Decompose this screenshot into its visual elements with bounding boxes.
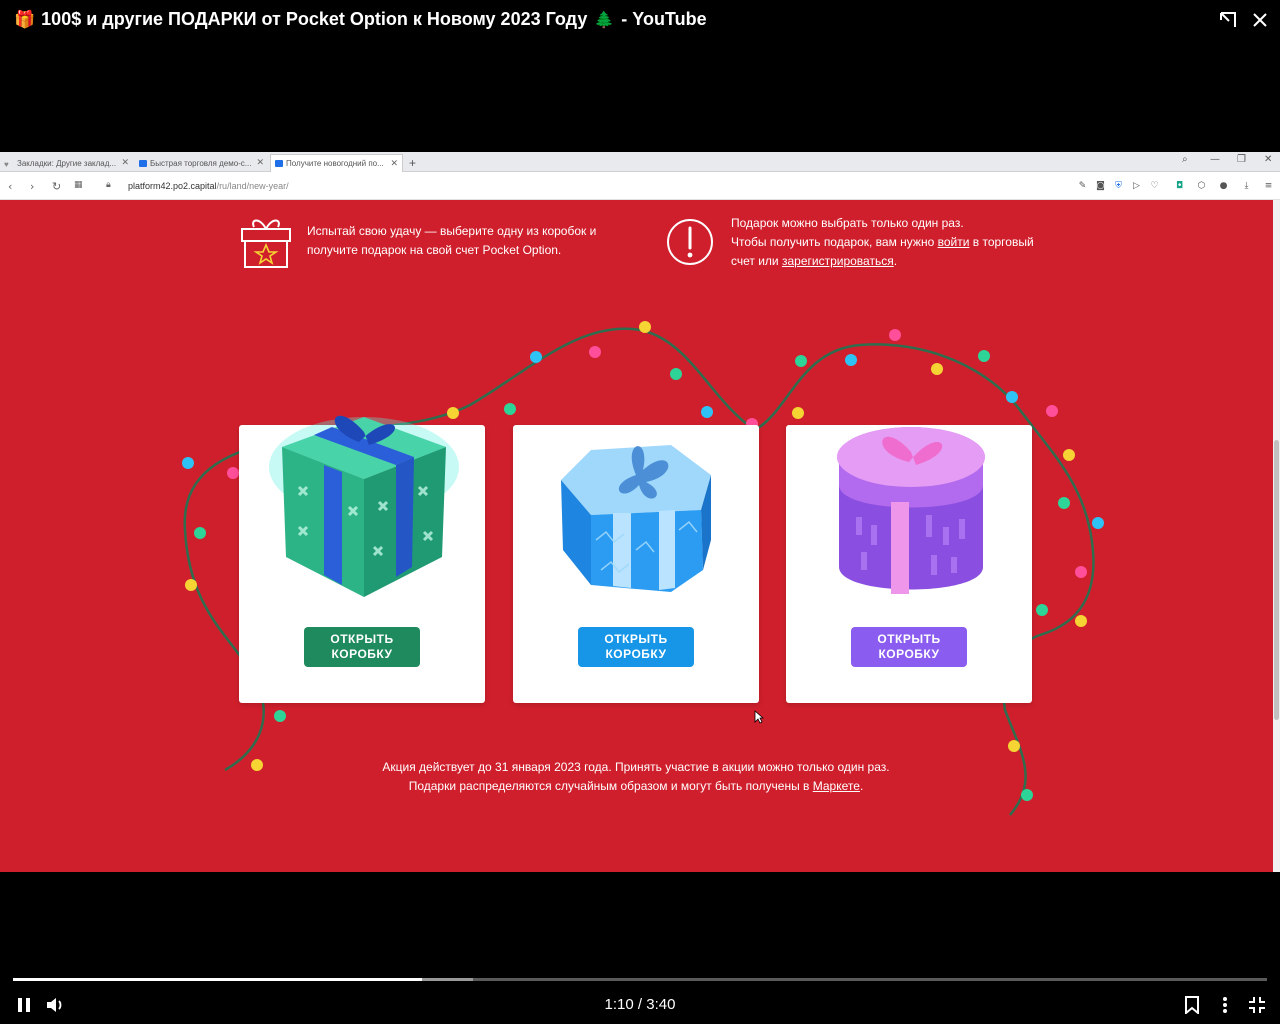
new-tab-icon: + — [409, 156, 417, 170]
url-text: platform42.po2.capital/ru/land/new-year/ — [128, 181, 289, 191]
browser-tab-active: Получите новогодний по... ✕ — [270, 154, 403, 172]
login-link: войти — [937, 235, 970, 249]
send-icon: ▷ — [1133, 181, 1140, 191]
market-link: Маркете — [812, 779, 860, 793]
progress-bar[interactable] — [13, 978, 1267, 981]
time-separator: / — [637, 996, 643, 1013]
info-right-text-c: . — [893, 254, 898, 268]
menu-icon: ≡ — [1264, 181, 1273, 191]
player-top-bar: 🎁 100$ и другие ПОДАРКИ от Pocket Option … — [0, 0, 1280, 42]
register-link: зарегистрироваться — [781, 254, 894, 268]
gift-card-purple: ОТКРЫТЬ КОРОБКУ — [786, 425, 1032, 703]
button-label-line2: КОРОБКУ — [878, 647, 940, 661]
search-icon: ⌕ — [1182, 154, 1188, 165]
browser-tab-label: Закладки: Другие заклад... — [17, 158, 117, 168]
video-player[interactable]: 🎁 100$ и другие ПОДАРКИ от Pocket Option … — [0, 0, 1280, 1024]
promo-footer-note: Акция действует до 31 января 2023 года. … — [380, 758, 892, 796]
info-left-text: Испытай свою удачу — выберите одну из ко… — [307, 224, 597, 257]
window-close-icon: ✕ — [1264, 154, 1273, 165]
heart-icon: ♥ — [4, 159, 9, 169]
duration: 3:40 — [646, 996, 676, 1013]
new-year-landing-page: Испытай свою удачу — выберите одну из ко… — [0, 200, 1273, 872]
open-box-button-green: ОТКРЫТЬ КОРОБКУ — [304, 627, 420, 667]
close-tab-icon: ✕ — [256, 157, 264, 167]
exit-fullscreen-icon — [1249, 997, 1265, 1013]
miniplayer-icon[interactable] — [1216, 8, 1240, 32]
mouse-cursor-icon — [754, 710, 764, 724]
button-label-line1: ОТКРЫТЬ — [877, 632, 941, 646]
exit-fullscreen-button[interactable] — [1245, 993, 1269, 1017]
back-icon: ‹ — [8, 180, 13, 193]
restore-icon: ❐ — [1237, 154, 1246, 165]
button-label-line1: ОТКРЫТЬ — [604, 632, 668, 646]
bookmark-icon — [1185, 996, 1199, 1014]
gift-card-green: ОТКРЫТЬ КОРОБКУ — [239, 415, 485, 703]
close-icon[interactable] — [1248, 8, 1272, 32]
info-right-text: Подарок можно выбрать только один раз. Ч… — [731, 214, 1051, 271]
shield-icon: ⛨ — [1115, 181, 1122, 191]
info-right-text-a: Чтобы получить подарок, вам нужно — [731, 235, 938, 249]
time-display: 1:10 / 3:40 — [0, 996, 1280, 1013]
exclamation-icon — [666, 218, 714, 266]
purple-gift-box-icon — [837, 427, 985, 594]
pocket-option-icon — [275, 160, 283, 167]
camera-icon: ◙ — [1096, 181, 1105, 191]
video-frame: ♥ Закладки: Другие заклад... ✕ Быстрая т… — [0, 152, 1280, 872]
url-path: /ru/land/new-year/ — [216, 181, 289, 191]
browser-tab-bar: ♥ Закладки: Другие заклад... ✕ Быстрая т… — [0, 152, 1280, 172]
browser-address-bar: ‹ › ↻ ▦ 🔒︎ platform42.po2.capital/ru/lan… — [0, 173, 1280, 200]
cube-icon: ⬡ — [1197, 181, 1206, 191]
browser-tab-label: Быстрая торговля демо-с... — [150, 158, 252, 168]
close-tab-icon: ✕ — [390, 158, 398, 168]
gift-card-blue: ОТКРЫТЬ КОРОБКУ — [513, 425, 759, 703]
reload-icon: ↻ — [52, 180, 62, 193]
gift-info-icon — [240, 215, 292, 269]
minimize-icon: — — [1210, 154, 1220, 165]
video-title[interactable]: 🎁 100$ и другие ПОДАРКИ от Pocket Option … — [14, 9, 707, 30]
button-label-line2: КОРОБКУ — [605, 647, 667, 661]
forward-icon: › — [30, 180, 35, 193]
heart-outline-icon: ♡ — [1150, 181, 1159, 191]
green-gift-box-icon — [269, 415, 459, 597]
gift-icon: 🎁 — [14, 10, 36, 29]
grid-icon: ▦ — [74, 180, 83, 190]
lock-icon: 🔒︎ — [106, 180, 111, 190]
video-title-suffix: - YouTube — [621, 9, 707, 29]
footer-text-end: . — [859, 779, 864, 793]
browser-tab-label: Получите новогодний по... — [286, 159, 384, 168]
save-button[interactable] — [1180, 993, 1204, 1017]
pocket-option-icon — [139, 159, 147, 167]
url-domain: platform42.po2.capital — [128, 181, 217, 191]
more-vert-icon — [1223, 997, 1227, 1013]
page-scrollbar-thumb — [1274, 440, 1279, 720]
profile-icon: ● — [1219, 181, 1228, 191]
more-options-button[interactable] — [1213, 993, 1237, 1017]
video-title-text: 100$ и другие ПОДАРКИ от Pocket Option к… — [41, 9, 588, 29]
open-box-button-blue: ОТКРЫТЬ КОРОБКУ — [578, 627, 694, 667]
download-icon: ⤓ — [1244, 181, 1249, 191]
browser-tab: ♥ Закладки: Другие заклад... ✕ — [0, 154, 133, 172]
button-label-line1: ОТКРЫТЬ — [330, 632, 394, 646]
current-time: 1:10 — [604, 996, 634, 1013]
info-right-line1: Подарок можно выбрать только один раз. — [731, 216, 964, 230]
christmas-tree-icon: 🌲 — [594, 12, 615, 29]
open-box-button-purple: ОТКРЫТЬ КОРОБКУ — [851, 627, 967, 667]
blue-gift-box-icon — [561, 445, 711, 592]
page-scrollbar — [1273, 200, 1280, 872]
close-tab-icon: ✕ — [121, 157, 129, 167]
button-label-line2: КОРОБКУ — [331, 647, 393, 661]
browser-tab: Быстрая торговля демо-с... ✕ — [135, 154, 268, 172]
progress-played — [13, 978, 422, 981]
extension-icon: ◘ — [1175, 181, 1184, 191]
info-right-line2: Чтобы получить подарок, вам нужно войти … — [731, 233, 1051, 271]
edit-icon: ✎ — [1078, 181, 1087, 191]
